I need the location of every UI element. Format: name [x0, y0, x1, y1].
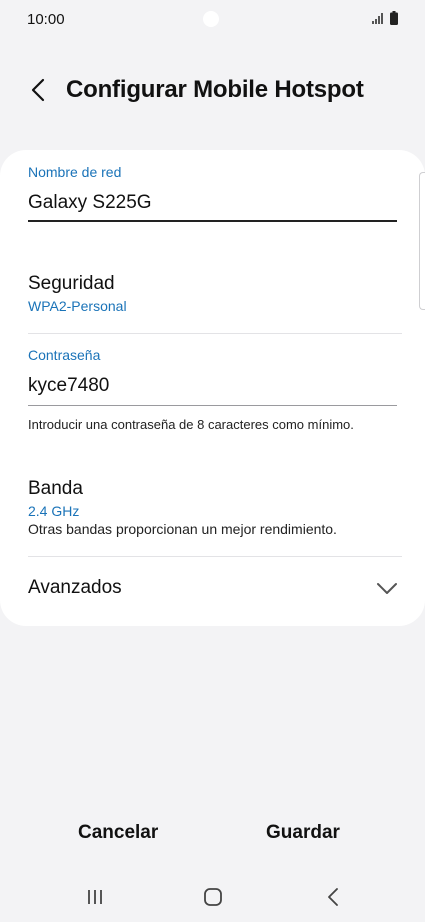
- navigation-bar: [0, 876, 425, 916]
- password-underline: [28, 405, 397, 406]
- band-value: 2.4 GHz: [28, 503, 80, 519]
- page-title: Configurar Mobile Hotspot: [66, 76, 364, 103]
- camera-cutout: [203, 11, 219, 27]
- arrow-left-icon: [31, 78, 45, 102]
- network-name-label: Nombre de red: [28, 164, 122, 180]
- security-title: Seguridad: [28, 273, 115, 294]
- scrollbar[interactable]: [419, 172, 425, 310]
- recent-apps-button[interactable]: [80, 882, 110, 912]
- password-label: Contraseña: [28, 347, 101, 363]
- header: Configurar Mobile Hotspot: [0, 68, 425, 114]
- band-description: Otras bandas proporcionan un mejor rendi…: [28, 521, 337, 537]
- nav-back-button[interactable]: [318, 882, 348, 912]
- home-icon: [204, 888, 222, 906]
- password-input[interactable]: kyce7480: [28, 375, 109, 397]
- recent-apps-icon: [88, 890, 102, 904]
- bottom-actions: Cancelar Guardar: [0, 822, 425, 856]
- password-helper-text: Introducir una contraseña de 8 caractere…: [28, 417, 354, 432]
- network-name-input[interactable]: Galaxy S225G: [28, 192, 152, 214]
- battery-icon: [390, 11, 398, 25]
- status-bar: 10:00: [0, 0, 425, 40]
- network-name-underline: [28, 220, 397, 222]
- band-title: Banda: [28, 478, 83, 499]
- security-value: WPA2-Personal: [28, 298, 127, 314]
- home-button[interactable]: [198, 882, 228, 912]
- back-button[interactable]: [22, 72, 54, 108]
- divider: [28, 333, 402, 334]
- save-button[interactable]: Guardar: [266, 822, 340, 844]
- signal-icon: [372, 13, 383, 24]
- advanced-title: Avanzados: [28, 577, 122, 598]
- status-time: 10:00: [27, 11, 65, 28]
- cancel-button[interactable]: Cancelar: [78, 822, 158, 844]
- divider: [28, 556, 402, 557]
- back-icon: [328, 888, 338, 906]
- chevron-down-icon: [377, 583, 397, 594]
